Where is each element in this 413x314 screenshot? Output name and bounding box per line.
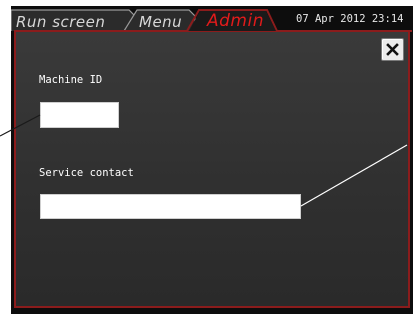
tab-admin[interactable]: Admin (207, 13, 264, 30)
screen: Run screen Menu Admin 07 Apr 2012 23:14 … (0, 0, 413, 314)
service-contact-label: Service contact (39, 167, 134, 179)
datetime-display: 07 Apr 2012 23:14 (296, 13, 404, 25)
tab-run-screen[interactable]: Run screen (16, 15, 105, 30)
machine-id-input[interactable] (40, 102, 119, 128)
close-icon (386, 43, 399, 56)
tab-menu[interactable]: Menu (139, 15, 182, 30)
service-contact-input[interactable] (40, 194, 301, 219)
close-button[interactable] (381, 38, 404, 61)
machine-id-label: Machine ID (39, 74, 103, 86)
